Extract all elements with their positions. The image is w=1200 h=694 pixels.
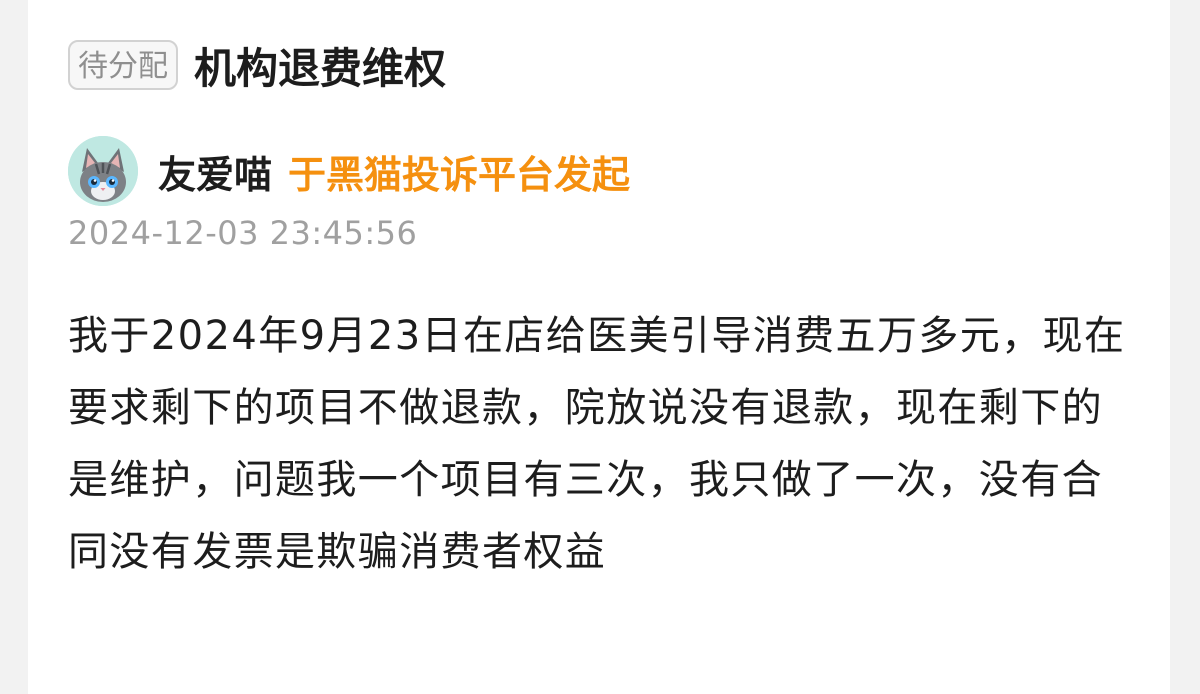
page-title[interactable]: 机构退费维权 [194, 35, 446, 96]
author-name[interactable]: 友爱喵 [158, 144, 272, 199]
cat-avatar-icon[interactable] [68, 136, 138, 206]
author-row: 友爱喵 于黑猫投诉平台发起 [68, 136, 630, 206]
title-row: 待分配 机构退费维权 [68, 34, 446, 96]
cat-avatar-graphic [68, 136, 138, 206]
complaint-card: 待分配 机构退费维权 友爱喵 于黑猫投诉平台发起 2024-12-03 23:4… [28, 0, 1170, 694]
complaint-body: 我于2024年9月23日在店给医美引导消费五万多元，现在要求剩下的项目不做退款，… [68, 313, 1126, 575]
status-badge: 待分配 [68, 40, 178, 90]
source-label: 于黑猫投诉平台发起 [288, 152, 631, 197]
timestamp: 2024-12-03 23:45:56 [68, 214, 418, 252]
